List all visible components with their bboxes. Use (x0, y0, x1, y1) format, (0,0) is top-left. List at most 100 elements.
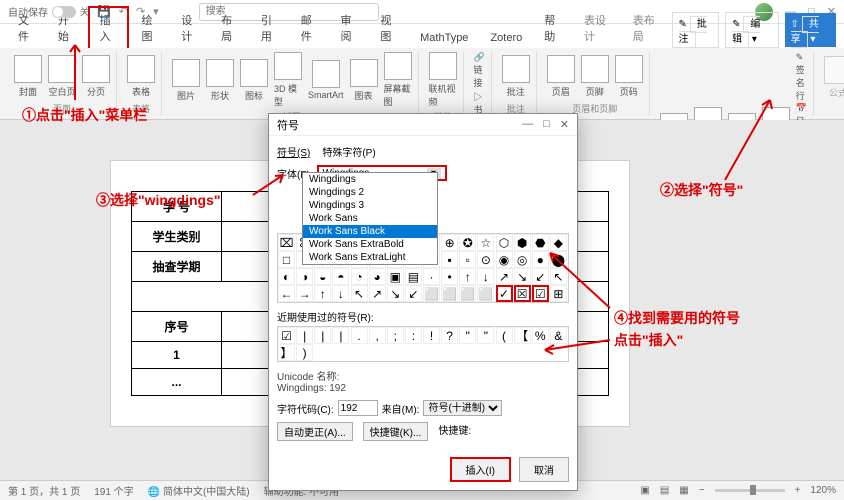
page-status[interactable]: 第 1 页，共 1 页 (8, 483, 80, 498)
symbol-cell[interactable]: ↑ (314, 285, 331, 302)
page-break-button[interactable]: 分页 (82, 55, 110, 98)
symbol-cell[interactable]: ↘ (514, 268, 531, 285)
symbol-cell[interactable]: ◒ (314, 268, 331, 285)
language-status[interactable]: 🌐 简体中文(中国大陆) (148, 483, 250, 498)
symbol-cell[interactable]: ◑ (296, 268, 313, 285)
tab-tabledesign[interactable]: 表设计 (574, 8, 621, 48)
smartart-button[interactable]: SmartArt (308, 60, 344, 100)
symbol-cell[interactable]: ✓ (496, 285, 513, 302)
font-dropdown[interactable]: WingdingsWingdings 2Wingdings 3Work Sans… (302, 172, 438, 265)
tab-design[interactable]: 设计 (171, 8, 209, 48)
symbol-cell[interactable]: ⬜ (423, 285, 440, 302)
view-web-icon[interactable]: ▦ (679, 485, 688, 496)
symbol-cell[interactable]: ▫ (459, 251, 476, 268)
chart-button[interactable]: 图表 (350, 59, 378, 102)
comments-button[interactable]: ✎ 批注 (672, 12, 720, 48)
header-button[interactable]: 页眉 (547, 55, 575, 98)
symbol-cell[interactable]: ↗ (496, 268, 513, 285)
recent-symbol[interactable]: : (405, 327, 422, 344)
font-option[interactable]: Work Sans Black (303, 225, 437, 238)
symbol-cell[interactable]: ▤ (405, 268, 422, 285)
char-code-input[interactable] (338, 400, 378, 416)
recent-symbols[interactable]: ☑|||.,;:!?""(【%&】) (277, 326, 569, 362)
symbol-cell[interactable]: ↓ (332, 285, 349, 302)
dialog-close-icon[interactable]: ✕ (560, 118, 569, 131)
symbol-cell[interactable]: ↘ (387, 285, 404, 302)
view-print-icon[interactable]: ▤ (660, 485, 669, 496)
symbol-cell[interactable]: ⬢ (514, 234, 531, 251)
symbol-cell[interactable]: ⬡ (496, 234, 513, 251)
symbol-cell[interactable]: ⊞ (550, 285, 567, 302)
symbol-cell[interactable]: ⬣ (532, 234, 549, 251)
recent-symbol[interactable]: ☑ (278, 327, 295, 344)
recent-symbol[interactable]: ! (423, 327, 440, 344)
recent-symbol[interactable]: ; (387, 327, 404, 344)
recent-symbol[interactable]: , (369, 327, 386, 344)
symbol-cell[interactable]: • (441, 268, 458, 285)
recent-symbol[interactable]: | (314, 327, 331, 344)
dialog-maximize-icon[interactable]: □ (543, 118, 550, 131)
symbol-cell[interactable]: ↗ (369, 285, 386, 302)
cover-page-button[interactable]: 封面 (14, 55, 42, 98)
screenshot-button[interactable]: 屏幕截图 (384, 52, 412, 108)
symbol-cell[interactable]: ☑ (532, 285, 549, 302)
tab-tablelayout[interactable]: 表布局 (623, 8, 670, 48)
tab-help[interactable]: 帮助 (534, 8, 572, 48)
symbol-cell[interactable]: ⊕ (441, 234, 458, 251)
tab-view[interactable]: 视图 (370, 8, 408, 48)
symbol-cell[interactable]: ↖ (550, 268, 567, 285)
shortcut-button[interactable]: 快捷键(K)... (363, 422, 429, 441)
symbol-cell[interactable]: ◔ (351, 268, 368, 285)
table-button[interactable]: 表格 (127, 55, 155, 98)
symbol-cell[interactable]: ✪ (459, 234, 476, 251)
tab-layout[interactable]: 布局 (211, 8, 249, 48)
online-video-button[interactable]: 联机视频 (429, 52, 457, 108)
recent-symbol[interactable]: 】 (278, 344, 295, 361)
symbol-cell[interactable]: ◓ (332, 268, 349, 285)
3dmodels-button[interactable]: 3D 模型 (274, 52, 302, 108)
tab-mailings[interactable]: 邮件 (291, 8, 329, 48)
symbol-cell[interactable]: ⬜ (441, 285, 458, 302)
symbol-cell[interactable]: ☒ (514, 285, 531, 302)
recent-symbol[interactable]: 【 (514, 327, 531, 344)
comment-button[interactable]: 批注 (502, 55, 530, 98)
zoom-level[interactable]: 120% (810, 485, 836, 496)
zoom-slider[interactable] (715, 489, 785, 492)
symbol-cell[interactable]: → (296, 285, 313, 302)
recent-symbol[interactable]: " (459, 327, 476, 344)
symbol-cell[interactable]: ⌧ (278, 234, 295, 251)
recent-symbol[interactable]: ) (296, 344, 313, 361)
tab-mathtype[interactable]: MathType (410, 28, 478, 48)
zoom-in-icon[interactable]: + (795, 485, 801, 496)
link-button[interactable]: 🔗 链接 (474, 52, 485, 89)
symbol-cell[interactable]: ⬜ (477, 285, 494, 302)
cancel-button[interactable]: 取消 (519, 457, 569, 482)
tab-zotero[interactable]: Zotero (480, 28, 532, 48)
equation-button[interactable]: 公式 (824, 56, 844, 99)
symbol-cell[interactable]: ⊙ (477, 251, 494, 268)
share-button[interactable]: ⇧ 共享 ▾ (785, 13, 836, 47)
symbol-cell[interactable]: ◕ (369, 268, 386, 285)
tab-file[interactable]: 文件 (8, 8, 46, 48)
symbol-cell[interactable]: ↖ (351, 285, 368, 302)
edit-button[interactable]: ✎ 编辑 ▾ (725, 12, 778, 48)
tab-draw[interactable]: 绘图 (131, 8, 169, 48)
symbol-cell[interactable]: ◐ (278, 268, 295, 285)
symbol-cell[interactable]: ↓ (477, 268, 494, 285)
symbol-cell[interactable]: ↑ (459, 268, 476, 285)
pagenumber-button[interactable]: 页码 (615, 55, 643, 98)
dialog-minimize-icon[interactable]: — (522, 118, 533, 131)
symbol-cell[interactable]: ▣ (387, 268, 404, 285)
tab-review[interactable]: 审阅 (331, 8, 369, 48)
symbol-cell[interactable]: ● (532, 251, 549, 268)
symbol-cell[interactable]: ☆ (477, 234, 494, 251)
recent-symbol[interactable]: " (477, 327, 494, 344)
font-option[interactable]: Wingdings 3 (303, 199, 437, 212)
tab-references[interactable]: 引用 (251, 8, 289, 48)
zoom-out-icon[interactable]: − (699, 485, 705, 496)
word-count[interactable]: 191 个字 (94, 483, 133, 498)
font-option[interactable]: Work Sans ExtraLight (303, 251, 437, 264)
symbols-tab[interactable]: 符号(S) (277, 144, 310, 159)
font-option[interactable]: Wingdings (303, 173, 437, 186)
font-option[interactable]: Work Sans (303, 212, 437, 225)
